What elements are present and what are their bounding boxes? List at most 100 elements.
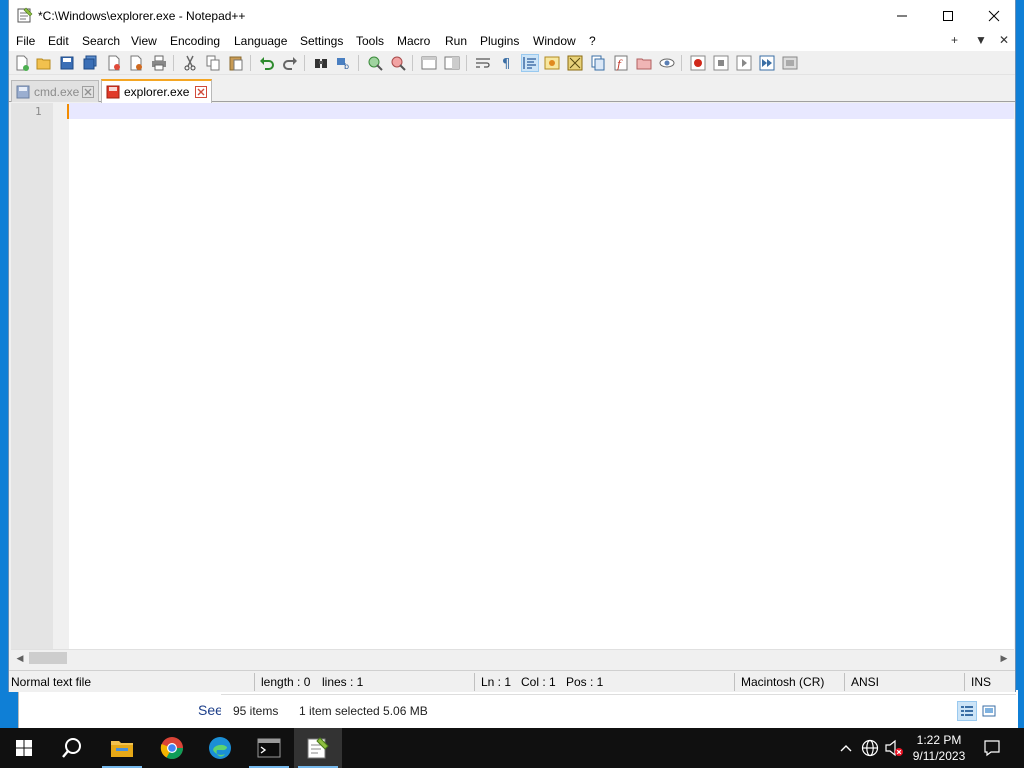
menu-view[interactable]: View xyxy=(131,34,157,48)
text-caret xyxy=(67,104,69,119)
word-wrap-button[interactable] xyxy=(474,54,492,72)
menu-help[interactable]: ? xyxy=(589,34,596,48)
find-button[interactable] xyxy=(312,54,330,72)
taskbar-edge[interactable] xyxy=(196,728,244,768)
menu-edit[interactable]: Edit xyxy=(48,34,69,48)
tab-explorer-exe[interactable]: explorer.exe xyxy=(101,79,212,103)
function-list-button[interactable]: f xyxy=(612,54,630,72)
horizontal-scrollbar[interactable]: ◀ ▶ xyxy=(11,649,1014,665)
search-button[interactable] xyxy=(48,728,96,768)
paste-button[interactable] xyxy=(227,54,245,72)
close-window-button[interactable] xyxy=(971,0,1017,31)
volume-button[interactable] xyxy=(884,738,904,758)
save-macro-icon xyxy=(782,56,798,70)
close-all-button[interactable] xyxy=(127,54,145,72)
tab-cmd-exe[interactable]: cmd.exe xyxy=(11,80,99,102)
status-eol-format[interactable]: Macintosh (CR) xyxy=(741,675,824,689)
zoom-out-button[interactable] xyxy=(389,54,407,72)
show-hidden-icons-button[interactable] xyxy=(836,738,856,758)
tab-close-icon[interactable] xyxy=(195,86,207,98)
folder-as-workspace-button[interactable] xyxy=(635,54,653,72)
close-all-icon xyxy=(130,55,142,71)
text-editor-area[interactable]: 1 xyxy=(11,103,1014,649)
menu-settings[interactable]: Settings xyxy=(300,34,343,48)
save-button[interactable] xyxy=(58,54,76,72)
save-all-button[interactable] xyxy=(81,54,99,72)
replace-button[interactable]: b xyxy=(335,54,353,72)
close-document-button[interactable]: ✕ xyxy=(999,33,1009,47)
cut-button[interactable] xyxy=(181,54,199,72)
document-list-button[interactable] xyxy=(589,54,607,72)
notepadpp-window[interactable]: *C:\Windows\explorer.exe - Notepad++ Fil… xyxy=(8,0,1016,692)
sync-vertical-button[interactable] xyxy=(420,54,438,72)
replace-icon: b xyxy=(337,58,349,71)
toolbar-separator xyxy=(173,55,174,71)
chrome-icon xyxy=(160,737,183,759)
monitoring-button[interactable] xyxy=(658,54,676,72)
menu-run[interactable]: Run xyxy=(445,34,467,48)
undo-button[interactable] xyxy=(258,54,276,72)
start-recording-button[interactable] xyxy=(689,54,707,72)
open-file-button[interactable] xyxy=(35,54,53,72)
menu-file[interactable]: File xyxy=(16,34,35,48)
tab-close-icon[interactable] xyxy=(82,86,94,98)
menu-encoding[interactable]: Encoding xyxy=(170,34,220,48)
show-all-chars-button[interactable]: ¶ xyxy=(497,54,515,72)
explorer-items-count: 95 items xyxy=(233,704,279,718)
binoculars-icon xyxy=(315,59,327,68)
print-button[interactable] xyxy=(150,54,168,72)
run-macro-multiple-button[interactable] xyxy=(758,54,776,72)
stop-recording-button[interactable] xyxy=(712,54,730,72)
scroll-right-arrow-icon[interactable]: ▶ xyxy=(997,651,1011,665)
indent-guide-button[interactable] xyxy=(521,54,539,72)
scrollbar-thumb[interactable] xyxy=(29,652,67,664)
document-map-icon xyxy=(567,55,583,71)
menu-macro[interactable]: Macro xyxy=(397,34,430,48)
redo-button[interactable] xyxy=(281,54,299,72)
minimize-button[interactable] xyxy=(879,0,925,31)
menu-tools[interactable]: Tools xyxy=(356,34,384,48)
define-language-button[interactable] xyxy=(543,54,561,72)
status-bar: Normal text file length : 0 lines : 1 Ln… xyxy=(9,670,1015,692)
status-insert-mode: INS xyxy=(971,675,992,689)
menu-window[interactable]: Window xyxy=(533,34,576,48)
toolbar-separator xyxy=(358,55,359,71)
menu-search[interactable]: Search xyxy=(82,34,120,48)
new-tab-button[interactable]: + xyxy=(951,33,958,47)
toolbar-separator xyxy=(250,55,251,71)
tab-label: cmd.exe xyxy=(34,84,80,99)
tab-bar: cmd.exe explorer.exe xyxy=(9,76,1015,103)
start-button[interactable] xyxy=(0,728,48,768)
close-file-button[interactable] xyxy=(105,54,123,72)
action-center-button[interactable] xyxy=(982,738,1002,758)
document-map-button[interactable] xyxy=(566,54,584,72)
scroll-left-arrow-icon[interactable]: ◀ xyxy=(13,651,27,665)
print-icon xyxy=(152,55,166,71)
sync-horizontal-button[interactable] xyxy=(443,54,461,72)
new-file-button[interactable] xyxy=(13,54,31,72)
tab-label: explorer.exe xyxy=(124,85,190,99)
svg-text:¶: ¶ xyxy=(502,57,510,71)
explorer-see-link[interactable]: See xyxy=(198,702,223,718)
taskbar-chrome[interactable] xyxy=(148,728,196,768)
save-macro-button[interactable] xyxy=(781,54,799,72)
maximize-button[interactable] xyxy=(925,0,971,31)
playback-button[interactable] xyxy=(735,54,753,72)
status-separator xyxy=(964,673,965,691)
large-icons-view-icon xyxy=(982,705,996,717)
status-separator xyxy=(474,673,475,691)
copy-button[interactable] xyxy=(204,54,222,72)
menu-language[interactable]: Language xyxy=(234,34,287,48)
taskbar-file-explorer[interactable] xyxy=(98,728,146,768)
menu-plugins[interactable]: Plugins xyxy=(480,34,519,48)
taskbar-command-prompt[interactable] xyxy=(245,728,293,768)
title-bar[interactable]: *C:\Windows\explorer.exe - Notepad++ xyxy=(9,0,1015,31)
taskbar-notepadpp[interactable] xyxy=(294,728,342,768)
details-view-button[interactable] xyxy=(957,701,977,721)
taskbar-clock[interactable]: 1:22 PM 9/11/2023 xyxy=(904,732,974,764)
network-button[interactable] xyxy=(860,738,880,758)
zoom-in-button[interactable] xyxy=(366,54,384,72)
background-explorer-window[interactable]: See 95 items 1 item selected 5.06 MB xyxy=(18,690,1018,730)
tab-list-dropdown[interactable]: ▼ xyxy=(975,33,987,47)
large-icons-view-button[interactable] xyxy=(979,701,999,721)
